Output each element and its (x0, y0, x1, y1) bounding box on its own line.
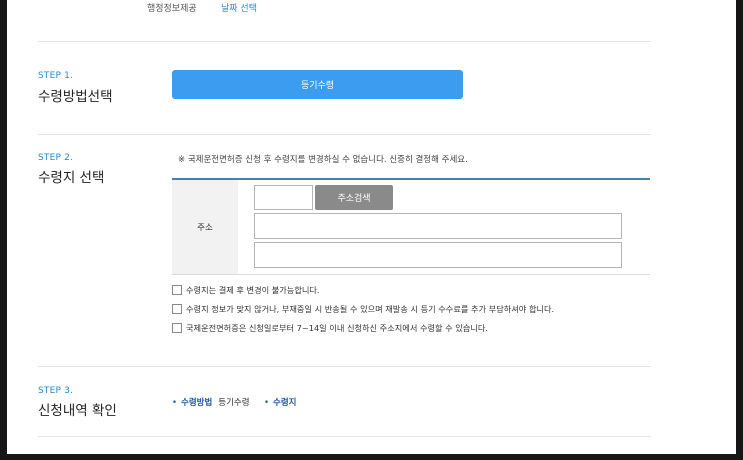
step2-label: STEP 2. (38, 153, 74, 163)
divider (38, 436, 651, 437)
admin-info-text: 행정정보제공 (147, 4, 197, 14)
agreement-item[interactable]: 수령지는 결제 후 변경이 불가능합니다. (172, 284, 320, 296)
address-detail-input[interactable] (254, 242, 622, 268)
registered-mail-button[interactable]: 등기수령 (172, 70, 463, 99)
address-input[interactable] (254, 213, 622, 239)
postcode-input[interactable] (254, 185, 313, 210)
divider (38, 366, 651, 367)
page-frame: 행정정보제공 날짜 선택 STEP 1. 수령방법선택 등기수령 STEP 2.… (7, 0, 736, 454)
summary-address-key: 수령지 (273, 398, 297, 408)
divider (38, 134, 651, 135)
agreement-text: 국제운전면허증은 신청일로부터 7~14일 이내 신청하신 주소지에서 수령할 … (186, 323, 489, 333)
bullet-icon: • (264, 398, 270, 408)
agreement-text: 수령지는 결제 후 변경이 불가능합니다. (186, 285, 320, 295)
summary-method-key: 수령방법 (181, 398, 213, 408)
summary-method: • 수령방법 등기수령 (172, 396, 250, 408)
address-search-button[interactable]: 주소검색 (315, 185, 393, 210)
step1-label: STEP 1. (38, 71, 74, 81)
agreement-text: 수령지 정보가 맞지 않거나, 부재중일 시 반송될 수 있으며 재발송 시 등… (186, 304, 555, 314)
step3-label: STEP 3. (38, 386, 74, 396)
step3-title: 신청내역 확인 (38, 403, 117, 419)
agreement-item[interactable]: 수령지 정보가 맞지 않거나, 부재중일 시 반송될 수 있으며 재발송 시 등… (172, 303, 554, 315)
notice-text: ※ 국제운전면허증 신청 후 수령지를 변경하실 수 없습니다. 신중히 결정해… (178, 155, 468, 165)
step1-title: 수령방법선택 (38, 89, 113, 105)
checkbox[interactable] (172, 323, 182, 333)
checkbox[interactable] (172, 304, 182, 314)
summary-address: • 수령지 (264, 396, 302, 408)
divider (38, 41, 651, 42)
date-select-link[interactable]: 날짜 선택 (221, 1, 257, 14)
summary-method-value: 등기수령 (218, 398, 250, 408)
bullet-icon: • (172, 398, 178, 408)
step2-title: 수령지 선택 (38, 170, 105, 186)
agreement-item[interactable]: 국제운전면허증은 신청일로부터 7~14일 이내 신청하신 주소지에서 수령할 … (172, 322, 488, 334)
checkbox[interactable] (172, 285, 182, 295)
address-header: 주소 (172, 180, 238, 274)
